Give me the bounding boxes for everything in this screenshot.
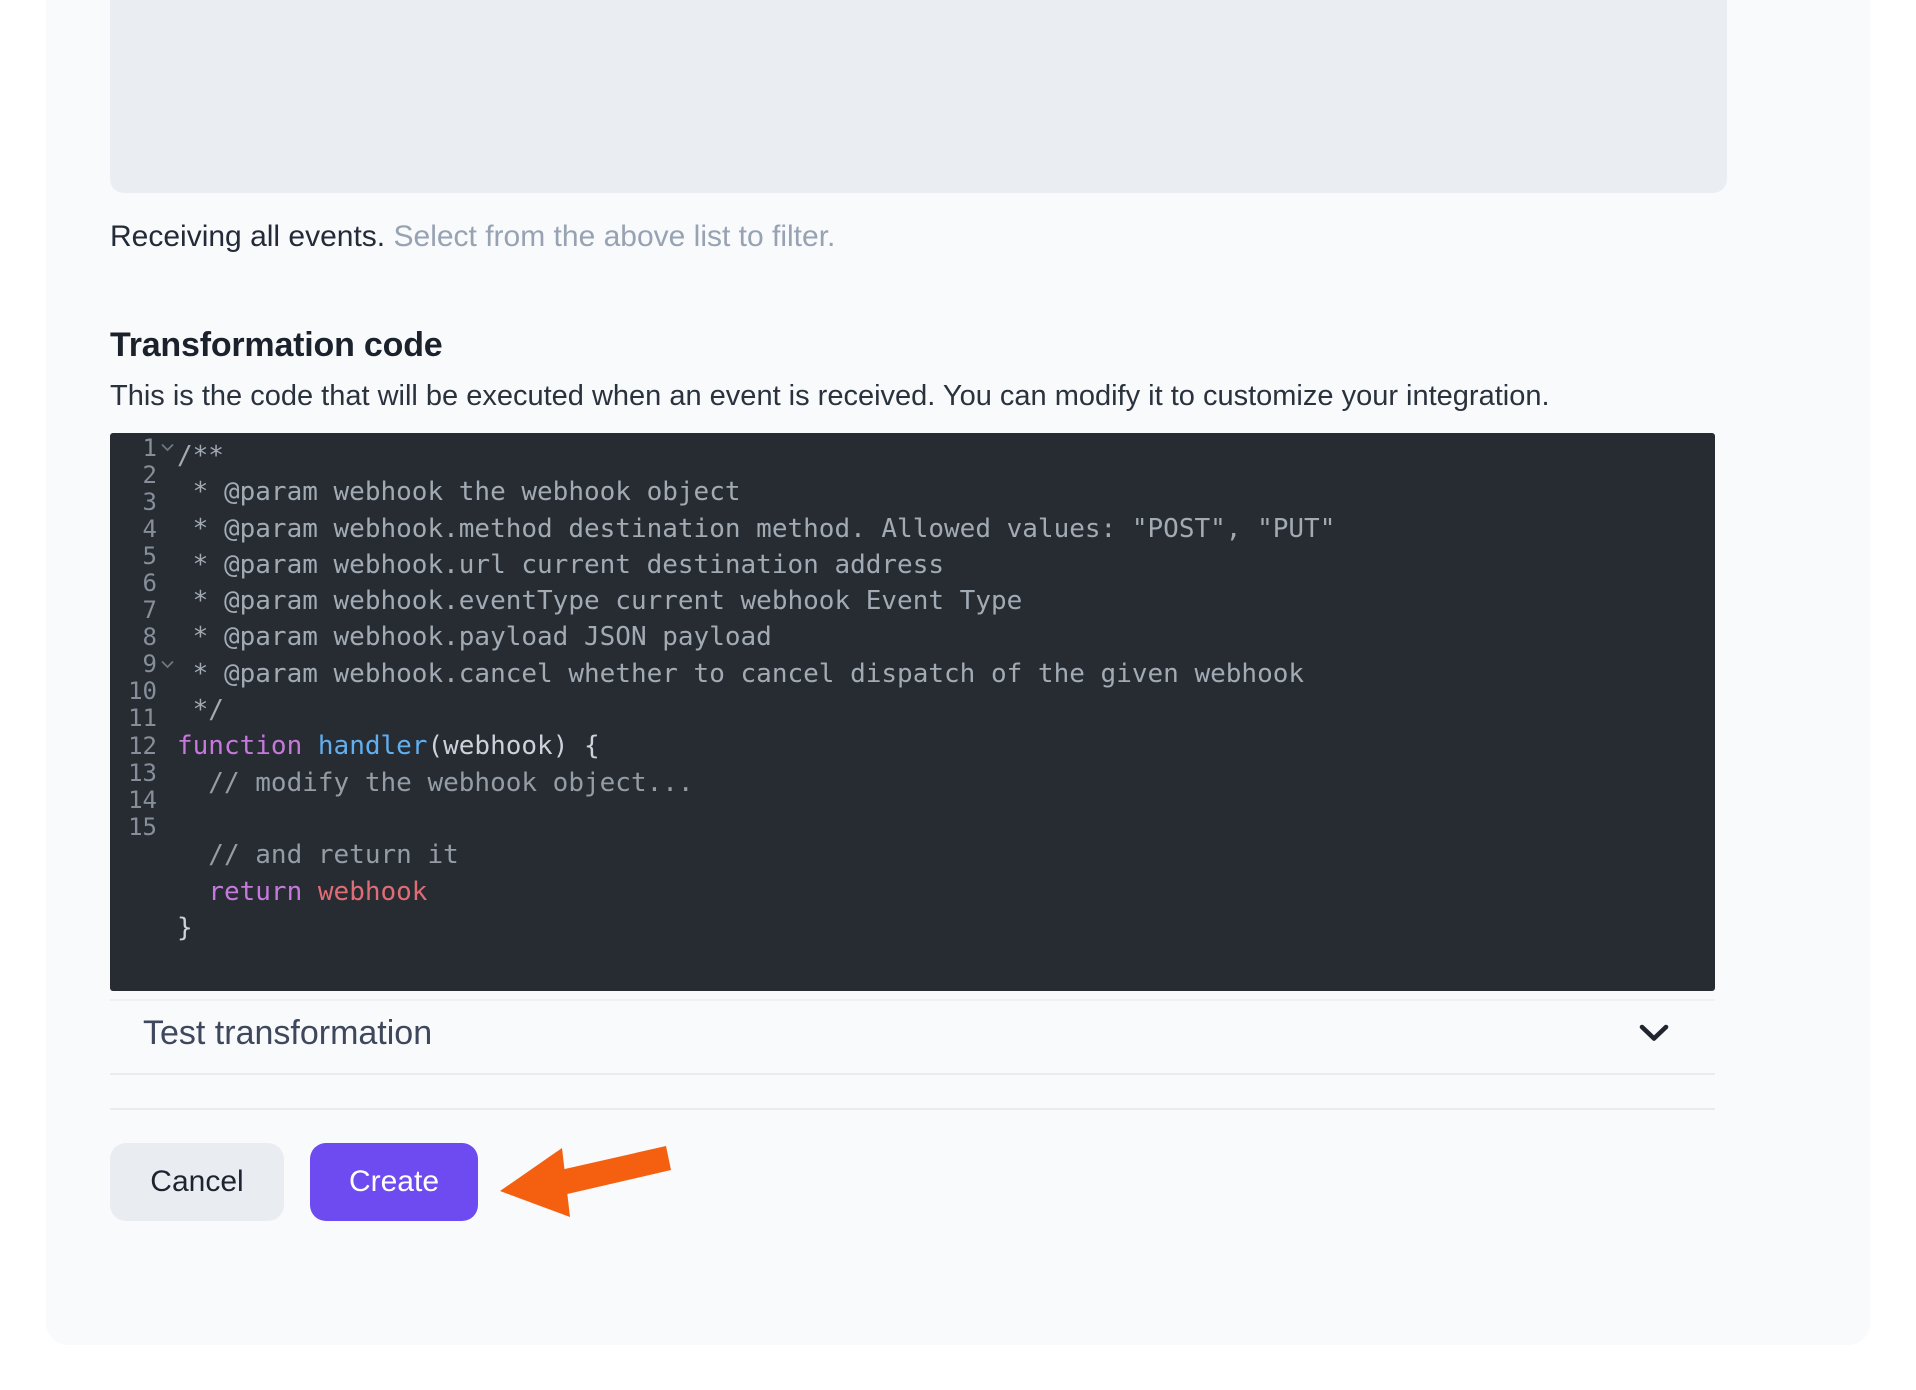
gutter-line-number: 12 (110, 732, 177, 759)
create-button[interactable]: Create (310, 1143, 478, 1221)
gutter-line-number: 4 (110, 515, 177, 542)
annotation-arrow-icon (496, 1139, 678, 1223)
code-line: return webhook (177, 874, 1335, 910)
gutter-line-number: 1 (110, 434, 177, 461)
code-editor[interactable]: 123456789101112131415 /** * @param webho… (110, 433, 1715, 991)
cancel-button[interactable]: Cancel (110, 1143, 284, 1221)
divider (110, 1073, 1715, 1075)
code-line: /** (177, 438, 1335, 474)
gutter-line-number: 2 (110, 461, 177, 488)
chevron-down-icon (1638, 1023, 1670, 1043)
gutter-line-number: 7 (110, 597, 177, 624)
gutter-line-number: 14 (110, 786, 177, 813)
editor-code: /** * @param webhook the webhook object … (177, 438, 1335, 946)
gutter-line-number: 11 (110, 705, 177, 732)
code-line (177, 801, 1335, 837)
fold-chevron-icon[interactable] (161, 443, 174, 452)
gutter-line-number: 15 (110, 813, 177, 840)
events-filter-hint-text: Select from the above list to filter. (394, 220, 836, 253)
divider (110, 1108, 1715, 1110)
gutter-line-number: 6 (110, 569, 177, 596)
gutter-line-number: 3 (110, 488, 177, 515)
test-transformation-toggle[interactable]: Test transformation (110, 993, 1715, 1073)
transformation-code-title: Transformation code (110, 326, 442, 365)
code-line: * @param webhook the webhook object (177, 474, 1335, 510)
events-filter-summary-text: Receiving all events. (110, 220, 385, 253)
fold-chevron-icon[interactable] (161, 660, 174, 669)
code-line: * @param webhook.method destination meth… (177, 511, 1335, 547)
code-line: } (177, 910, 1335, 946)
editor-gutter: 123456789101112131415 (110, 434, 177, 840)
code-line: * @param webhook.url current destination… (177, 547, 1335, 583)
gutter-line-number: 13 (110, 759, 177, 786)
transformation-code-description: This is the code that will be executed w… (110, 380, 1550, 413)
code-line: // and return it (177, 837, 1335, 873)
code-line: * @param webhook.payload JSON payload (177, 619, 1335, 655)
gutter-line-number: 5 (110, 542, 177, 569)
test-transformation-label: Test transformation (143, 1014, 432, 1053)
events-filter-summary: Receiving all events. Select from the ab… (110, 217, 835, 257)
code-line: * @param webhook.eventType current webho… (177, 583, 1335, 619)
code-line: // modify the webhook object... (177, 765, 1335, 801)
webhook-form-card: Receiving all events. Select from the ab… (46, 0, 1870, 1345)
gutter-line-number: 10 (110, 678, 177, 705)
code-line: */ (177, 692, 1335, 728)
code-line: function handler(webhook) { (177, 728, 1335, 764)
code-line: * @param webhook.cancel whether to cance… (177, 656, 1335, 692)
gutter-line-number: 8 (110, 624, 177, 651)
gutter-line-number: 9 (110, 651, 177, 678)
event-list-panel (110, 0, 1727, 193)
